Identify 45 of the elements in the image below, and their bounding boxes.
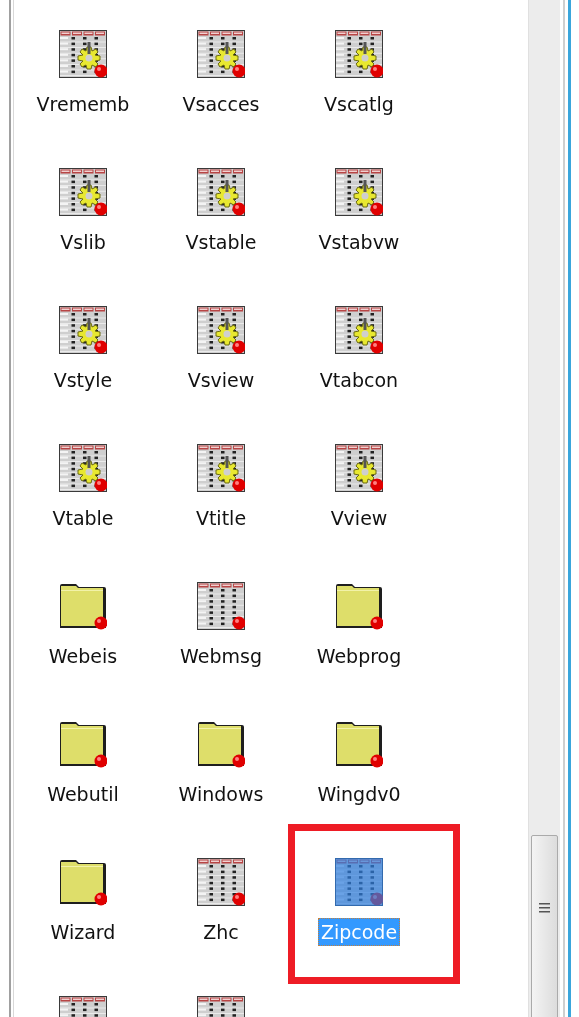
table-gear-icon[interactable] (335, 306, 383, 354)
table-gear-icon[interactable] (59, 30, 107, 78)
table-gear-icon[interactable] (197, 444, 245, 492)
file-name[interactable]: Vtabcon (316, 366, 402, 394)
file-name[interactable]: Wingdv0 (314, 780, 404, 808)
file-name[interactable]: Webprog (313, 642, 405, 670)
file-name[interactable]: Vstabvw (315, 228, 403, 256)
table-gear-icon[interactable] (335, 444, 383, 492)
file-name[interactable]: Windows (175, 780, 267, 808)
table-gear-icon[interactable] (335, 30, 383, 78)
table-gear-icon[interactable] (197, 306, 245, 354)
scroll-thumb[interactable] (531, 835, 558, 1017)
file-name[interactable]: Vsacces (179, 90, 263, 118)
table-icon[interactable] (59, 996, 107, 1017)
file-name[interactable]: Vrememb (33, 90, 133, 118)
file-name[interactable]: Vtitle (192, 504, 250, 532)
table-gear-icon[interactable] (197, 30, 245, 78)
folder-icon[interactable] (335, 720, 383, 768)
table-gear-icon[interactable] (59, 168, 107, 216)
file-name[interactable]: Vscatlg (321, 90, 397, 118)
table-icon[interactable] (197, 582, 245, 630)
file-name[interactable]: Vslib (57, 228, 109, 256)
folder-icon[interactable] (59, 858, 107, 906)
file-name[interactable]: Webutil (44, 780, 122, 808)
file-name[interactable]: Webmsg (177, 642, 265, 670)
file-name[interactable]: Vtable (49, 504, 117, 532)
scrollbar[interactable] (528, 0, 560, 1017)
grip-icon (539, 902, 550, 914)
file-name[interactable]: Vstyle (50, 366, 116, 394)
file-name[interactable]: Vsview (184, 366, 258, 394)
folder-icon[interactable] (59, 582, 107, 630)
table-icon[interactable] (197, 858, 245, 906)
file-name[interactable]: Vview (327, 504, 391, 532)
file-name[interactable]: Webeis (45, 642, 121, 670)
file-name[interactable]: Vstable (182, 228, 260, 256)
folder-icon[interactable] (335, 582, 383, 630)
table-gear-icon[interactable] (335, 168, 383, 216)
folder-icon[interactable] (197, 720, 245, 768)
table-icon[interactable] (197, 996, 245, 1017)
table-gear-icon[interactable] (59, 444, 107, 492)
file-name[interactable]: Wizard (47, 918, 119, 946)
file-name[interactable]: Zhc (200, 918, 242, 946)
table-gear-icon[interactable] (197, 168, 245, 216)
folder-icon[interactable] (59, 720, 107, 768)
table-gear-icon[interactable] (59, 306, 107, 354)
